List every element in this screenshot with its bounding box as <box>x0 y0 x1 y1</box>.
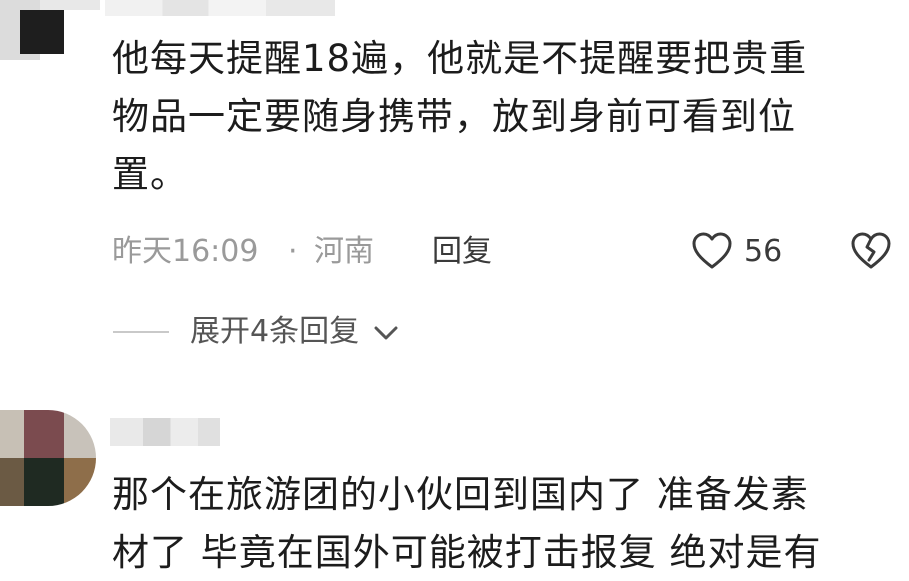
comment-text-line: 置。 <box>112 153 188 196</box>
broken-heart-icon <box>850 232 892 270</box>
expand-replies-button[interactable]: 展开4条回复 <box>190 312 399 352</box>
comment-timestamp: 昨天16:09 <box>112 234 259 269</box>
expand-replies-label: 展开4条回复 <box>190 314 360 349</box>
comment-text-line: 材了 毕竟在国外可能被打击报复 绝对是有 <box>112 531 822 574</box>
reply-button[interactable]: 回复 <box>432 230 492 274</box>
username-blurred[interactable] <box>105 0 335 16</box>
comment-location: 河南 <box>314 234 374 269</box>
like-button[interactable] <box>692 232 732 270</box>
chevron-down-icon <box>373 324 399 342</box>
heart-icon <box>692 232 732 270</box>
expand-divider <box>113 331 169 333</box>
meta-separator: · <box>288 234 298 269</box>
comment-text-line: 物品一定要随身携带，放到身前可看到位 <box>112 95 796 138</box>
comment-text-line: 那个在旅游团的小伙回到国内了 准备发素 <box>112 473 809 516</box>
avatar[interactable] <box>0 410 96 506</box>
comment-text-line: 他每天提醒18遍，他就是不提醒要把贵重 <box>112 37 808 80</box>
avatar[interactable] <box>0 0 100 70</box>
like-count: 56 <box>744 234 783 269</box>
dislike-button[interactable] <box>850 232 892 270</box>
username-blurred[interactable] <box>110 418 220 446</box>
